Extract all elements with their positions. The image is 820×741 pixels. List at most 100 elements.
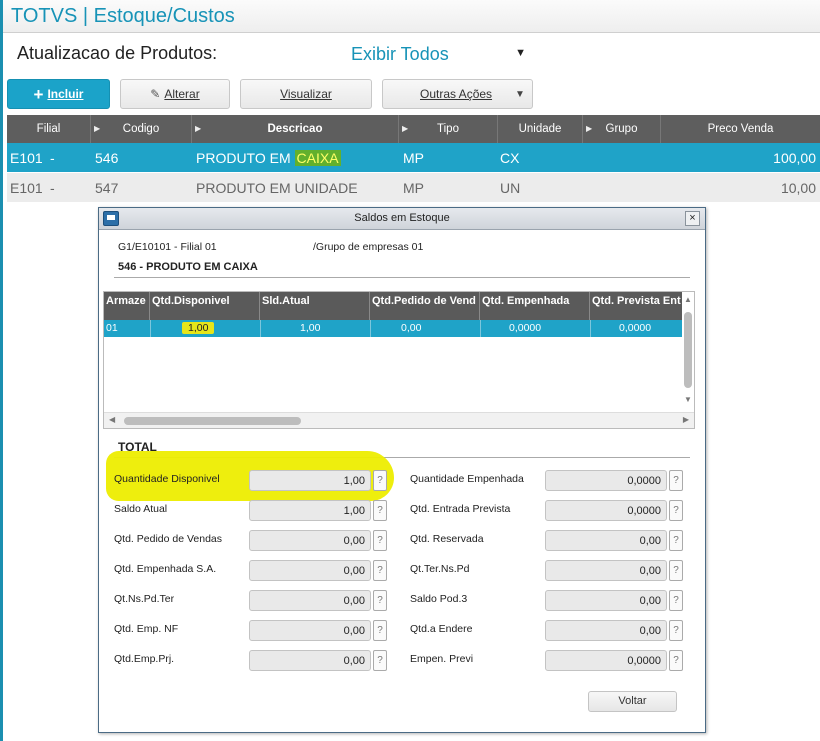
value-field[interactable]: 0,00	[249, 560, 371, 581]
field-label: Qtd. Empenhada S.A.	[114, 563, 217, 575]
table-row[interactable]: 01 1,00 1,00 0,00 0,0000 0,0000	[104, 320, 682, 337]
divider	[114, 277, 690, 278]
field-label: Quantidade Empenhada	[410, 473, 524, 485]
voltar-button[interactable]: Voltar	[588, 691, 677, 712]
value-field[interactable]: 0,0000	[545, 650, 667, 671]
cell-dash: -	[50, 150, 55, 166]
col-qtd-disponivel[interactable]: Qtd.Disponivel	[150, 292, 260, 320]
vertical-scrollbar[interactable]: ▲ ▼	[682, 295, 694, 408]
chevron-down-icon[interactable]: ▼	[511, 80, 529, 108]
value-field[interactable]: 0,00	[545, 590, 667, 611]
cell-qtd-prevista: 0,0000	[619, 322, 652, 334]
highlight-qtd-disponivel: 1,00	[182, 322, 215, 334]
col-preco-venda[interactable]: Preco Venda	[661, 115, 820, 143]
alterar-button[interactable]: ✎ Alterar	[120, 79, 230, 109]
value-field[interactable]: 0,00	[249, 590, 371, 611]
saldos-grid-header: Armaze Qtd.Disponivel Sld.Atual Qtd.Pedi…	[104, 292, 682, 320]
field-label: Saldo Pod.3	[410, 593, 468, 605]
value-field[interactable]: 1,00	[249, 470, 371, 491]
col-armazem[interactable]: Armaze	[104, 292, 150, 320]
cell-armazem: 01	[106, 322, 118, 334]
col-tipo[interactable]: ▶ Tipo	[399, 115, 498, 143]
grupo-info: /Grupo de empresas 01	[313, 241, 424, 253]
dialog-titlebar: Saldos em Estoque ×	[99, 208, 705, 230]
col-codigo[interactable]: ▶ Codigo	[91, 115, 192, 143]
incluir-label: Incluir	[47, 87, 84, 101]
cell-preco: 10,00	[780, 180, 816, 196]
horizontal-scrollbar[interactable]: ◀ ▶	[104, 412, 694, 428]
cell-divider	[590, 320, 591, 337]
help-icon[interactable]: ?	[373, 650, 387, 671]
incluir-button[interactable]: + Incluir	[7, 79, 110, 109]
col-descricao[interactable]: ▶ Descricao	[192, 115, 399, 143]
help-icon[interactable]: ?	[373, 620, 387, 641]
product-grid-header: Filial ▶ Codigo ▶ Descricao ▶ Tipo Unidade …	[7, 115, 820, 143]
cell-descricao: PRODUTO EM UNIDADE	[196, 180, 358, 196]
help-icon[interactable]: ?	[373, 470, 387, 491]
col-qtd-empenhada[interactable]: Qtd. Empenhada	[480, 292, 590, 320]
saldos-grid: Armaze Qtd.Disponivel Sld.Atual Qtd.Pedi…	[103, 291, 695, 429]
cell-tipo: MP	[403, 150, 424, 166]
value-field[interactable]: 0,00	[545, 530, 667, 551]
help-icon[interactable]: ?	[373, 560, 387, 581]
col-qtd-pedido[interactable]: Qtd.Pedido de Vend	[370, 292, 480, 320]
help-icon[interactable]: ?	[669, 590, 683, 611]
help-icon[interactable]: ?	[669, 530, 683, 551]
cell-divider	[370, 320, 371, 337]
value-field[interactable]: 0,00	[545, 620, 667, 641]
scroll-up-icon[interactable]: ▲	[684, 295, 692, 304]
value-field[interactable]: 0,00	[249, 530, 371, 551]
value-field[interactable]: 0,00	[249, 620, 371, 641]
help-icon[interactable]: ?	[669, 560, 683, 581]
sort-arrow-icon: ▶	[586, 124, 593, 133]
pencil-icon: ✎	[150, 87, 161, 101]
cell-tipo: MP	[403, 180, 424, 196]
chevron-down-icon: ▼	[515, 47, 526, 59]
help-icon[interactable]: ?	[373, 500, 387, 521]
value-field[interactable]: 1,00	[249, 500, 371, 521]
col-qtd-prevista[interactable]: Qtd. Prevista Ent	[590, 292, 682, 320]
visualizar-button[interactable]: Visualizar	[240, 79, 372, 109]
value-field[interactable]: 0,00	[249, 650, 371, 671]
filter-select[interactable]: Exibir Todos ▼	[346, 42, 536, 66]
help-icon[interactable]: ?	[373, 590, 387, 611]
table-row[interactable]: E101 - 547 PRODUTO EM UNIDADE MP UN 10,0…	[7, 173, 820, 202]
scroll-thumb[interactable]	[124, 417, 301, 425]
col-filial[interactable]: Filial	[7, 115, 91, 143]
app-title: TOTVS | Estoque/Custos	[11, 5, 235, 27]
scroll-thumb[interactable]	[684, 312, 692, 388]
cell-divider	[260, 320, 261, 337]
help-icon[interactable]: ?	[669, 620, 683, 641]
cell-filial: E101	[10, 150, 43, 166]
scroll-down-icon[interactable]: ▼	[684, 395, 692, 404]
left-accent-bar	[0, 0, 3, 741]
cell-qtd-empenhada: 0,0000	[509, 322, 542, 334]
scroll-left-icon[interactable]: ◀	[109, 415, 115, 424]
alterar-label: Alterar	[164, 87, 200, 101]
cell-preco: 100,00	[773, 150, 816, 166]
table-row[interactable]: E101 - 546 PRODUTO EM CAIXA MP CX 100,00	[7, 143, 820, 172]
value-field[interactable]: 0,0000	[545, 500, 667, 521]
field-label: Qtd. Entrada Prevista	[410, 503, 511, 515]
outras-acoes-label: Outras Ações	[420, 87, 493, 101]
outras-acoes-button[interactable]: Outras Ações ▼	[382, 79, 533, 109]
scroll-right-icon[interactable]: ▶	[683, 415, 689, 424]
cell-divider	[480, 320, 481, 337]
help-icon[interactable]: ?	[669, 470, 683, 491]
col-unidade[interactable]: Unidade	[498, 115, 583, 143]
sort-arrow-icon: ▶	[94, 124, 101, 133]
help-icon[interactable]: ?	[669, 500, 683, 521]
close-icon[interactable]: ×	[685, 211, 700, 226]
help-icon[interactable]: ?	[373, 530, 387, 551]
field-label: Qtd. Pedido de Vendas	[114, 533, 222, 545]
cell-descricao: PRODUTO EM CAIXA	[196, 150, 341, 166]
page-title: Atualizacao de Produtos:	[17, 43, 218, 63]
help-icon[interactable]: ?	[669, 650, 683, 671]
cell-codigo: 547	[95, 180, 119, 196]
col-sld-atual[interactable]: Sld.Atual	[260, 292, 370, 320]
cell-filial: E101	[10, 180, 43, 196]
value-field[interactable]: 0,00	[545, 560, 667, 581]
field-label: Qt.Ns.Pd.Ter	[114, 593, 175, 605]
col-grupo[interactable]: ▶ Grupo	[583, 115, 661, 143]
value-field[interactable]: 0,0000	[545, 470, 667, 491]
